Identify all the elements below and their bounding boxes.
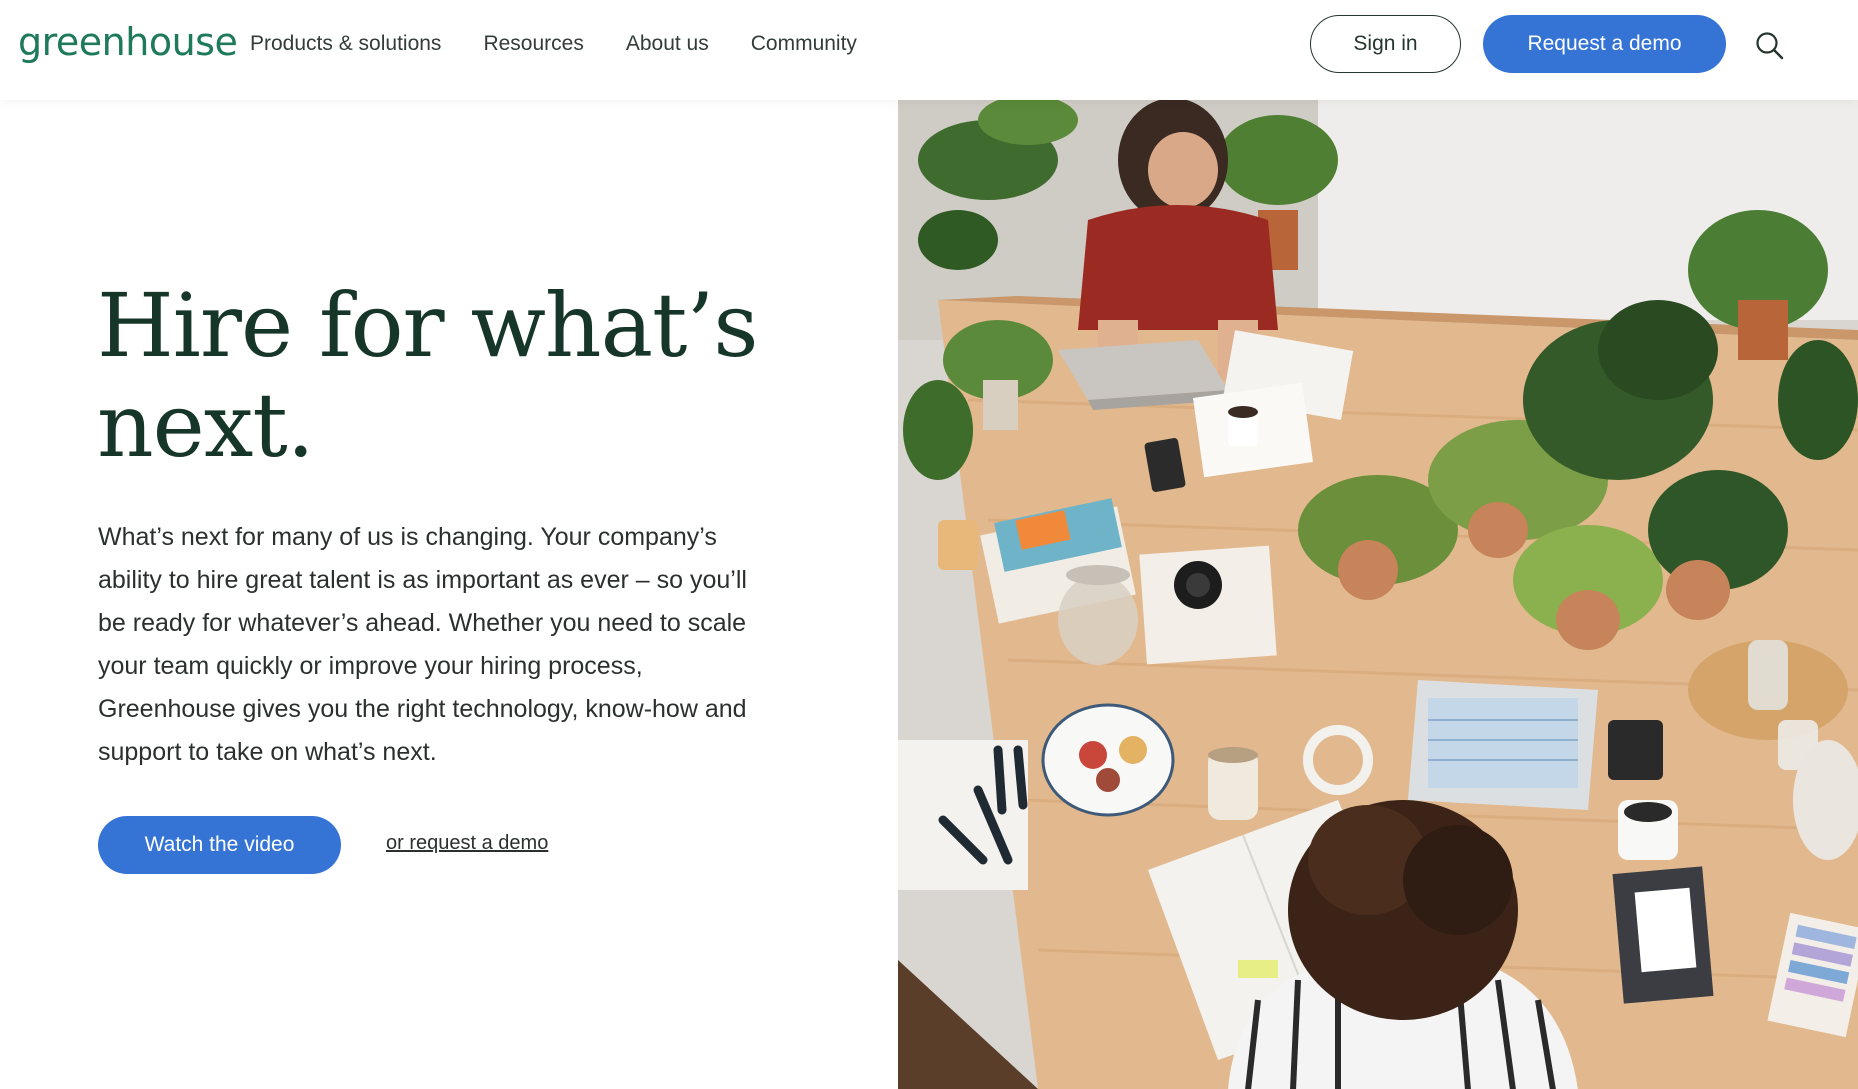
hero-photo xyxy=(898,100,1858,1089)
search-icon[interactable] xyxy=(1754,30,1786,62)
hero-title: Hire for what’s next. xyxy=(97,276,797,476)
request-demo-button[interactable]: Request a demo xyxy=(1483,15,1726,73)
hero-title-line-1: Hire for what’s xyxy=(97,274,759,377)
site-header: greenhouse Products & solutions Resource… xyxy=(0,0,1858,100)
nav-item-resources[interactable]: Resources xyxy=(483,28,583,60)
office-table-illustration xyxy=(898,100,1858,1089)
hero-description: What’s next for many of us is changing. … xyxy=(98,523,747,766)
hero-title-line-2: next. xyxy=(97,374,315,477)
nav-item-about[interactable]: About us xyxy=(626,28,709,60)
request-demo-link[interactable]: or request a demo xyxy=(386,832,548,855)
main-nav: Products & solutions Resources About us … xyxy=(250,28,899,60)
greenhouse-logo[interactable]: greenhouse xyxy=(18,18,238,66)
watch-video-button[interactable]: Watch the video xyxy=(98,816,341,874)
nav-item-products[interactable]: Products & solutions xyxy=(250,28,441,60)
nav-item-community[interactable]: Community xyxy=(751,28,857,60)
sign-in-button[interactable]: Sign in xyxy=(1310,15,1461,73)
